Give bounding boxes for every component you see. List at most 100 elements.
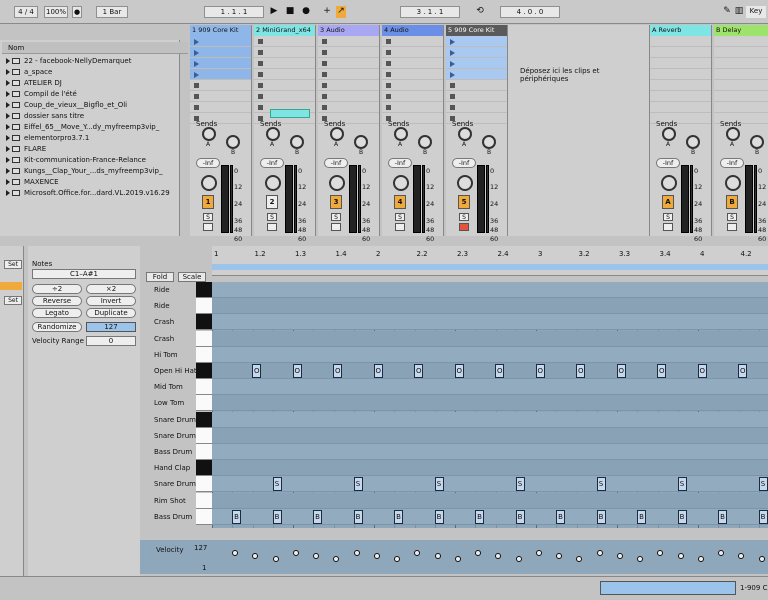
clip-slot[interactable] xyxy=(190,58,251,69)
clip-slot[interactable] xyxy=(190,69,251,80)
velocity-marker[interactable] xyxy=(394,556,400,562)
clip-launch-icon[interactable] xyxy=(194,72,199,78)
piano-key[interactable] xyxy=(196,444,212,460)
keyboard-icon[interactable]: ▥ xyxy=(734,6,744,18)
expand-icon[interactable] xyxy=(6,124,10,130)
piano-key[interactable] xyxy=(196,460,212,477)
clip-slot[interactable] xyxy=(382,47,443,58)
pan-knob[interactable] xyxy=(265,175,281,191)
velocity-marker[interactable] xyxy=(495,553,502,559)
arm-button[interactable] xyxy=(663,223,673,231)
track-activator-button[interactable]: 4 xyxy=(394,195,406,209)
legato-button[interactable]: Legato xyxy=(32,308,82,318)
clip-slot[interactable] xyxy=(714,47,768,58)
stop-slot-icon[interactable] xyxy=(322,39,327,44)
clip-launch-icon[interactable] xyxy=(450,50,455,56)
track-activator-button[interactable]: A xyxy=(662,195,674,209)
midi-note[interactable]: B xyxy=(515,509,525,524)
midi-note[interactable]: O xyxy=(333,364,343,378)
clip-launch-icon[interactable] xyxy=(450,39,455,45)
midi-note[interactable]: O xyxy=(535,364,545,378)
clip-slot[interactable] xyxy=(446,47,507,58)
piano-key[interactable] xyxy=(196,330,212,347)
midi-note[interactable]: B xyxy=(475,509,484,524)
piano-key[interactable] xyxy=(196,379,212,396)
send-b-knob[interactable] xyxy=(686,135,700,149)
pan-knob[interactable] xyxy=(201,175,217,191)
midi-note[interactable]: S xyxy=(596,477,606,492)
velocity-marker[interactable] xyxy=(313,553,319,559)
stop-slot-icon[interactable] xyxy=(258,72,263,77)
clip-slot[interactable] xyxy=(382,36,443,47)
lane-label[interactable]: Rim Shot xyxy=(154,493,196,509)
track-header[interactable]: 1 909 Core Kit xyxy=(190,25,251,36)
clip-slot[interactable] xyxy=(446,69,507,80)
note-range-field[interactable]: C1–A#1 xyxy=(32,269,136,279)
browser-item[interactable]: elementorpro3.7.1 xyxy=(6,133,176,144)
solo-button[interactable]: S xyxy=(203,213,213,221)
send-a-knob[interactable] xyxy=(394,127,408,141)
lane-label[interactable]: Crash xyxy=(154,331,196,347)
lane-label[interactable]: Ride xyxy=(154,298,196,314)
reverse-button[interactable]: Reverse xyxy=(32,296,82,306)
clip-slot[interactable] xyxy=(446,91,507,102)
midi-note[interactable]: B xyxy=(718,509,727,524)
velocity-marker[interactable] xyxy=(738,553,745,559)
clip-slot[interactable] xyxy=(318,58,379,69)
track-activator-button[interactable]: 5 xyxy=(458,195,470,209)
expand-icon[interactable] xyxy=(6,157,10,163)
clip-activator[interactable] xyxy=(0,282,22,290)
clip-launch-icon[interactable] xyxy=(450,72,455,78)
timeline-ruler[interactable]: 1 1.2 1.3 1.4 2 2.2 2.3 2.4 3 3.2 3.3 3.4 4 4.2 xyxy=(212,246,768,276)
clip-slot[interactable] xyxy=(190,91,251,102)
solo-button[interactable]: S xyxy=(267,213,277,221)
clip-slot[interactable] xyxy=(318,80,379,91)
track-header[interactable]: A Reverb xyxy=(650,25,711,36)
stop-icon[interactable]: ■ xyxy=(284,6,296,18)
stop-slot-icon[interactable] xyxy=(258,61,263,66)
expand-icon[interactable] xyxy=(6,80,10,86)
midi-note[interactable]: S xyxy=(758,477,768,492)
track-header[interactable]: 4 Audio xyxy=(382,25,443,36)
browser-item[interactable]: Microsoft.Office.for...dard.VL.2019.v16.… xyxy=(6,188,176,199)
clip-slot[interactable] xyxy=(190,47,251,58)
browser-item[interactable]: Coup_de_vieux__Bigflo_et_Oli xyxy=(6,100,176,111)
clip-launch-icon[interactable] xyxy=(194,50,199,56)
drum-lane[interactable] xyxy=(212,411,768,428)
lane-label[interactable]: Hi Tom xyxy=(154,347,196,363)
piano-key[interactable] xyxy=(196,395,212,412)
clip-slot[interactable] xyxy=(382,58,443,69)
send-b-knob[interactable] xyxy=(226,135,240,149)
track-header[interactable]: 2 MiniGrand_x64 xyxy=(254,25,315,36)
expand-icon[interactable] xyxy=(6,113,10,119)
midi-note[interactable]: B xyxy=(677,509,687,524)
velocity-marker[interactable] xyxy=(475,550,481,556)
piano-key[interactable] xyxy=(196,298,212,315)
fold-button[interactable]: Fold xyxy=(146,272,174,282)
velocity-marker[interactable] xyxy=(252,553,259,559)
zoom-field[interactable]: 100% xyxy=(44,6,68,18)
drum-lane[interactable] xyxy=(212,346,768,363)
lane-label[interactable]: Snare Drum xyxy=(154,476,196,492)
clip-launch-icon[interactable] xyxy=(194,39,199,45)
velocity-marker[interactable] xyxy=(333,556,340,562)
piano-key[interactable] xyxy=(196,282,212,298)
clip-slot[interactable] xyxy=(318,47,379,58)
stop-slot-icon[interactable] xyxy=(386,105,391,110)
stop-slot-icon[interactable] xyxy=(386,39,391,44)
pan-knob[interactable] xyxy=(457,175,473,191)
record-icon[interactable]: ● xyxy=(300,6,312,18)
clip-launch-icon[interactable] xyxy=(194,61,199,67)
scale-button[interactable]: Scale xyxy=(178,272,206,282)
midi-note[interactable]: O xyxy=(738,364,748,378)
clip-slot[interactable] xyxy=(254,47,315,58)
lane-label[interactable]: Snare Drum xyxy=(154,412,196,428)
velocity-marker[interactable] xyxy=(353,550,360,556)
velocity-marker[interactable] xyxy=(373,553,380,559)
midi-note[interactable]: O xyxy=(697,364,707,378)
track-activator-button[interactable]: 2 xyxy=(266,195,278,209)
clip-slot[interactable] xyxy=(254,36,315,47)
clip-slot[interactable] xyxy=(382,102,443,113)
clip-launch-icon[interactable] xyxy=(450,61,455,67)
midi-note[interactable]: B xyxy=(394,509,403,524)
